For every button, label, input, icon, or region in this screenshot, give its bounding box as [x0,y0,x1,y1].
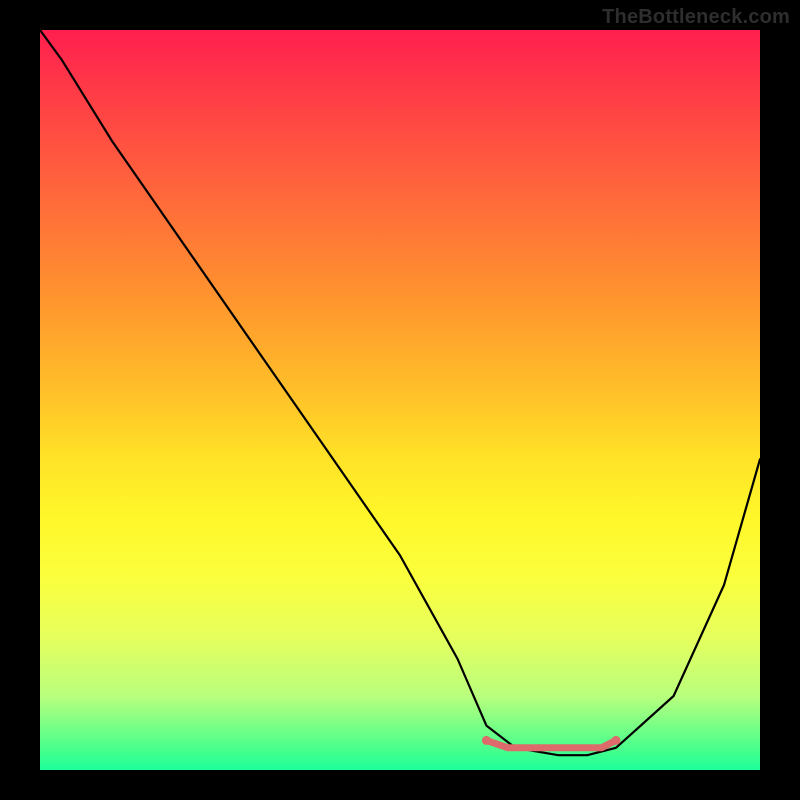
plot-area [40,30,760,770]
optimal-start-dot [482,736,491,745]
chart-frame: TheBottleneck.com [0,0,800,800]
watermark-text: TheBottleneck.com [602,6,790,29]
bottleneck-curve-path [40,30,760,755]
optimal-end-dot [612,736,621,745]
curve-svg [40,30,760,770]
